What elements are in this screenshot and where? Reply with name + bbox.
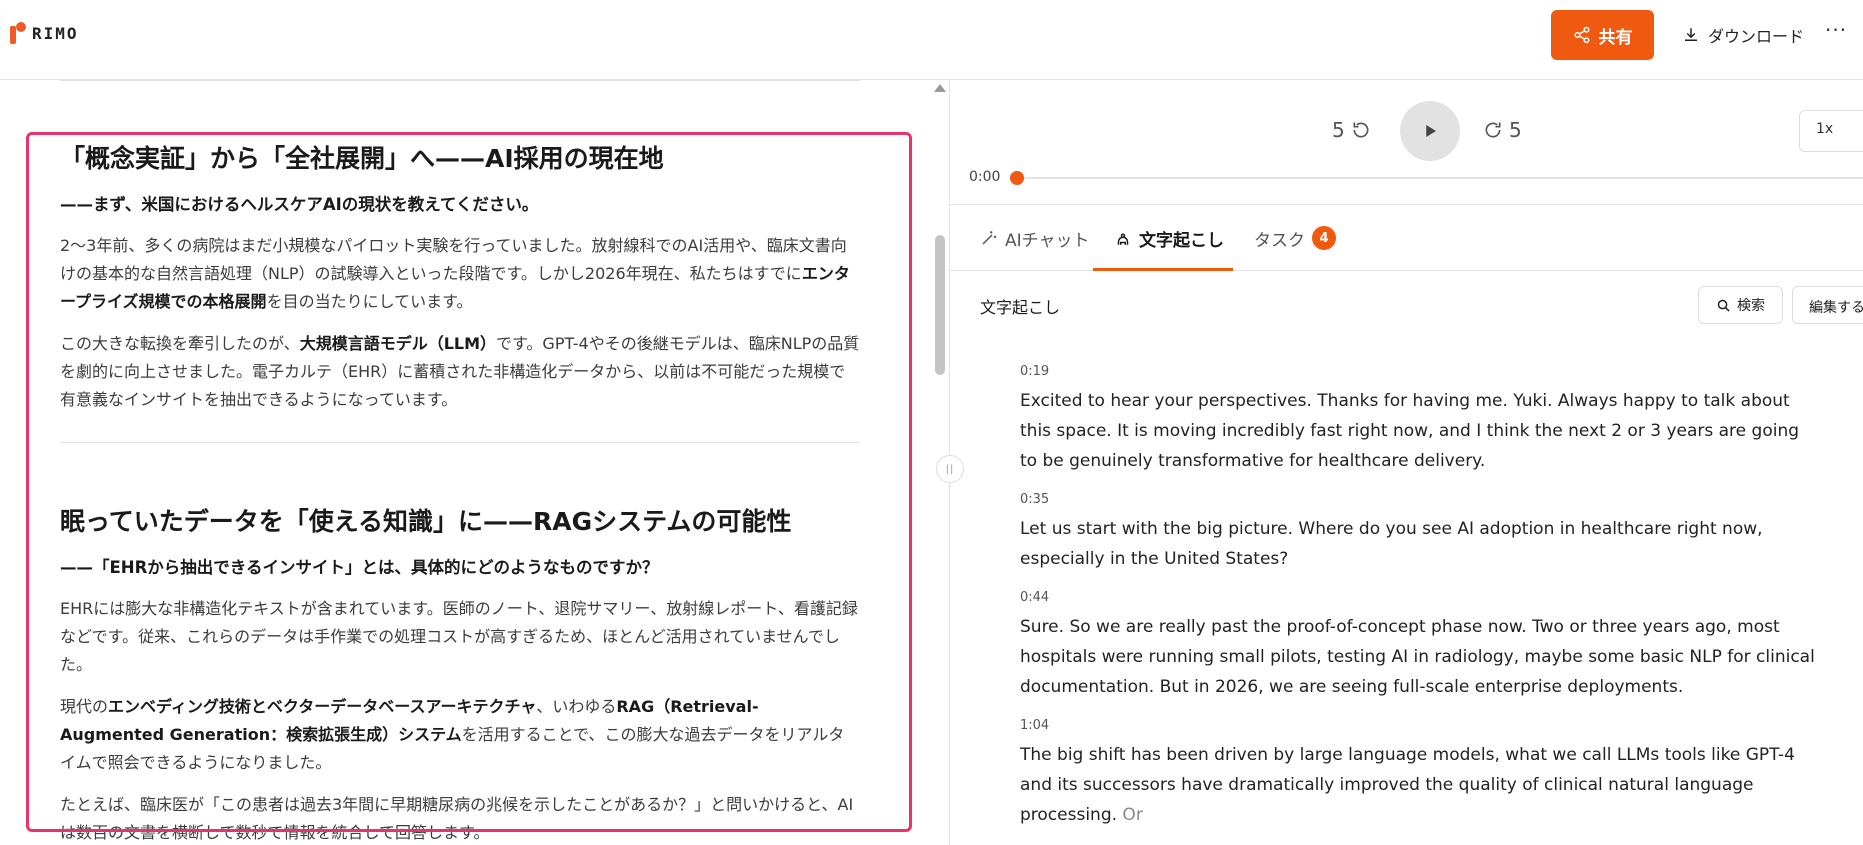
- segment-text[interactable]: The big shift has been driven by large l…: [1020, 740, 1820, 830]
- current-time: 0:00: [969, 169, 1001, 185]
- article-pane: 「概念実証」から「全社展開」へ——AI採用の現在地 ——まず、米国におけるヘルス…: [0, 80, 935, 845]
- logo[interactable]: RIMO: [10, 22, 79, 44]
- skip-back-seconds: 5: [1332, 118, 1345, 142]
- panel-tabs: AIチャット 文字起こし タスク 4: [950, 205, 1863, 271]
- tab-tasks[interactable]: タスク 4: [1254, 205, 1336, 271]
- transcript-title: 文字起こし: [980, 298, 1061, 317]
- segment-timestamp[interactable]: 0:35: [1020, 486, 1820, 514]
- tab-label: AIチャット: [1005, 230, 1090, 251]
- segment-text[interactable]: Excited to hear your perspectives. Thank…: [1020, 386, 1820, 476]
- segment-timestamp[interactable]: 0:19: [1020, 358, 1820, 386]
- skip-back-button[interactable]: 5: [1332, 118, 1371, 142]
- edit-button[interactable]: 編集する: [1792, 286, 1863, 324]
- divider: [60, 80, 860, 81]
- active-tab-indicator: [1093, 268, 1233, 271]
- transcript-segment[interactable]: 0:19 Excited to hear your perspectives. …: [1020, 358, 1820, 476]
- skip-forward-button[interactable]: 5: [1483, 118, 1522, 142]
- share-button[interactable]: 共有: [1551, 10, 1654, 60]
- logo-text: RIMO: [32, 23, 79, 43]
- edit-label: 編集する: [1809, 300, 1863, 316]
- download-button[interactable]: ダウンロード: [1682, 10, 1804, 60]
- top-bar: RIMO 共有 ダウンロード ···: [0, 0, 1863, 80]
- audio-player: 5 5 1x 0:00: [950, 80, 1863, 205]
- transcript-segment[interactable]: 1:04 The big shift has been driven by la…: [1020, 712, 1820, 830]
- playback-speed-select[interactable]: 1x: [1799, 110, 1863, 152]
- pane-resize-handle-icon[interactable]: ||: [936, 455, 964, 483]
- search-label: 検索: [1737, 298, 1765, 314]
- more-options-button[interactable]: ···: [1825, 18, 1847, 42]
- share-label: 共有: [1598, 27, 1633, 48]
- tab-label: 文字起こし: [1139, 230, 1224, 251]
- scroll-thumb[interactable]: [935, 235, 945, 375]
- progress-knob[interactable]: [1010, 171, 1024, 185]
- speed-value: 1x: [1816, 121, 1834, 137]
- magic-wand-icon: [982, 231, 997, 245]
- search-icon: [1717, 299, 1730, 312]
- segment-text[interactable]: Sure. So we are really past the proof-of…: [1020, 612, 1820, 702]
- scroll-up-arrow-icon[interactable]: [934, 84, 946, 92]
- download-icon: [1685, 28, 1697, 41]
- transcript-list: 0:19 Excited to hear your perspectives. …: [1020, 358, 1820, 840]
- tab-ai-chat[interactable]: AIチャット: [980, 205, 1089, 271]
- transcript-icon: [1117, 233, 1129, 245]
- segment-text[interactable]: Let us start with the big picture. Where…: [1020, 514, 1820, 574]
- segment-timestamp[interactable]: 0:44: [1020, 584, 1820, 612]
- segment-timestamp[interactable]: 1:04: [1020, 712, 1820, 740]
- selection-highlight: [26, 132, 912, 832]
- share-icon: [1574, 26, 1589, 44]
- task-count-badge: 4: [1312, 226, 1336, 250]
- forward-icon: [1485, 122, 1501, 138]
- transcript-segment[interactable]: 0:44 Sure. So we are really past the pro…: [1020, 584, 1820, 702]
- play-icon: [1426, 125, 1436, 137]
- tab-label: タスク: [1254, 230, 1305, 251]
- play-button[interactable]: [1400, 101, 1460, 161]
- progress-track[interactable]: [1018, 177, 1863, 179]
- tab-transcript[interactable]: 文字起こし: [1114, 205, 1224, 271]
- download-label: ダウンロード: [1708, 27, 1805, 46]
- skip-forward-seconds: 5: [1509, 118, 1522, 142]
- search-button[interactable]: 検索: [1698, 286, 1783, 324]
- transcript-segment[interactable]: 0:35 Let us start with the big picture. …: [1020, 486, 1820, 574]
- rewind-icon: [1353, 122, 1369, 138]
- logo-mark-icon: [10, 22, 26, 44]
